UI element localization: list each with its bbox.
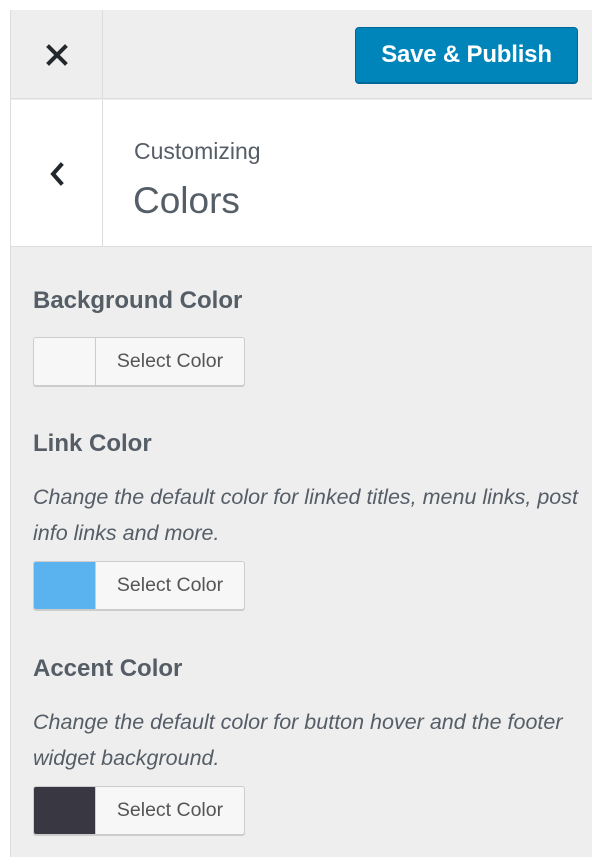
color-swatch xyxy=(34,562,96,609)
close-icon xyxy=(45,43,68,66)
color-swatch xyxy=(34,338,96,385)
select-color-label: Select Color xyxy=(116,574,224,596)
select-color-label: Select Color xyxy=(116,350,224,372)
customizer-header: Save & Publish xyxy=(11,10,592,99)
link-color-description: Change the default color for linked titl… xyxy=(33,485,578,545)
customizer-panel: Save & Publish Customizing Colors Backgr… xyxy=(10,10,592,857)
breadcrumb: Customizing xyxy=(134,138,261,164)
save-publish-button[interactable]: Save & Publish xyxy=(355,27,578,83)
chevron-left-icon xyxy=(49,161,64,186)
accent-color-picker[interactable]: Select Color xyxy=(33,786,245,835)
select-color-label: Select Color xyxy=(116,799,224,821)
link-color-label: Link Color xyxy=(33,430,152,457)
close-button[interactable] xyxy=(11,10,103,99)
back-button[interactable] xyxy=(11,100,103,247)
accent-color-label: Accent Color xyxy=(33,655,183,682)
accent-color-description: Change the default color for button hove… xyxy=(33,710,563,770)
color-swatch xyxy=(34,787,96,834)
link-color-picker[interactable]: Select Color xyxy=(33,561,245,610)
background-color-label: Background Color xyxy=(33,287,243,314)
background-color-picker[interactable]: Select Color xyxy=(33,337,245,386)
page-title: Colors xyxy=(133,180,240,221)
section-title-bar: Customizing Colors xyxy=(11,100,592,247)
